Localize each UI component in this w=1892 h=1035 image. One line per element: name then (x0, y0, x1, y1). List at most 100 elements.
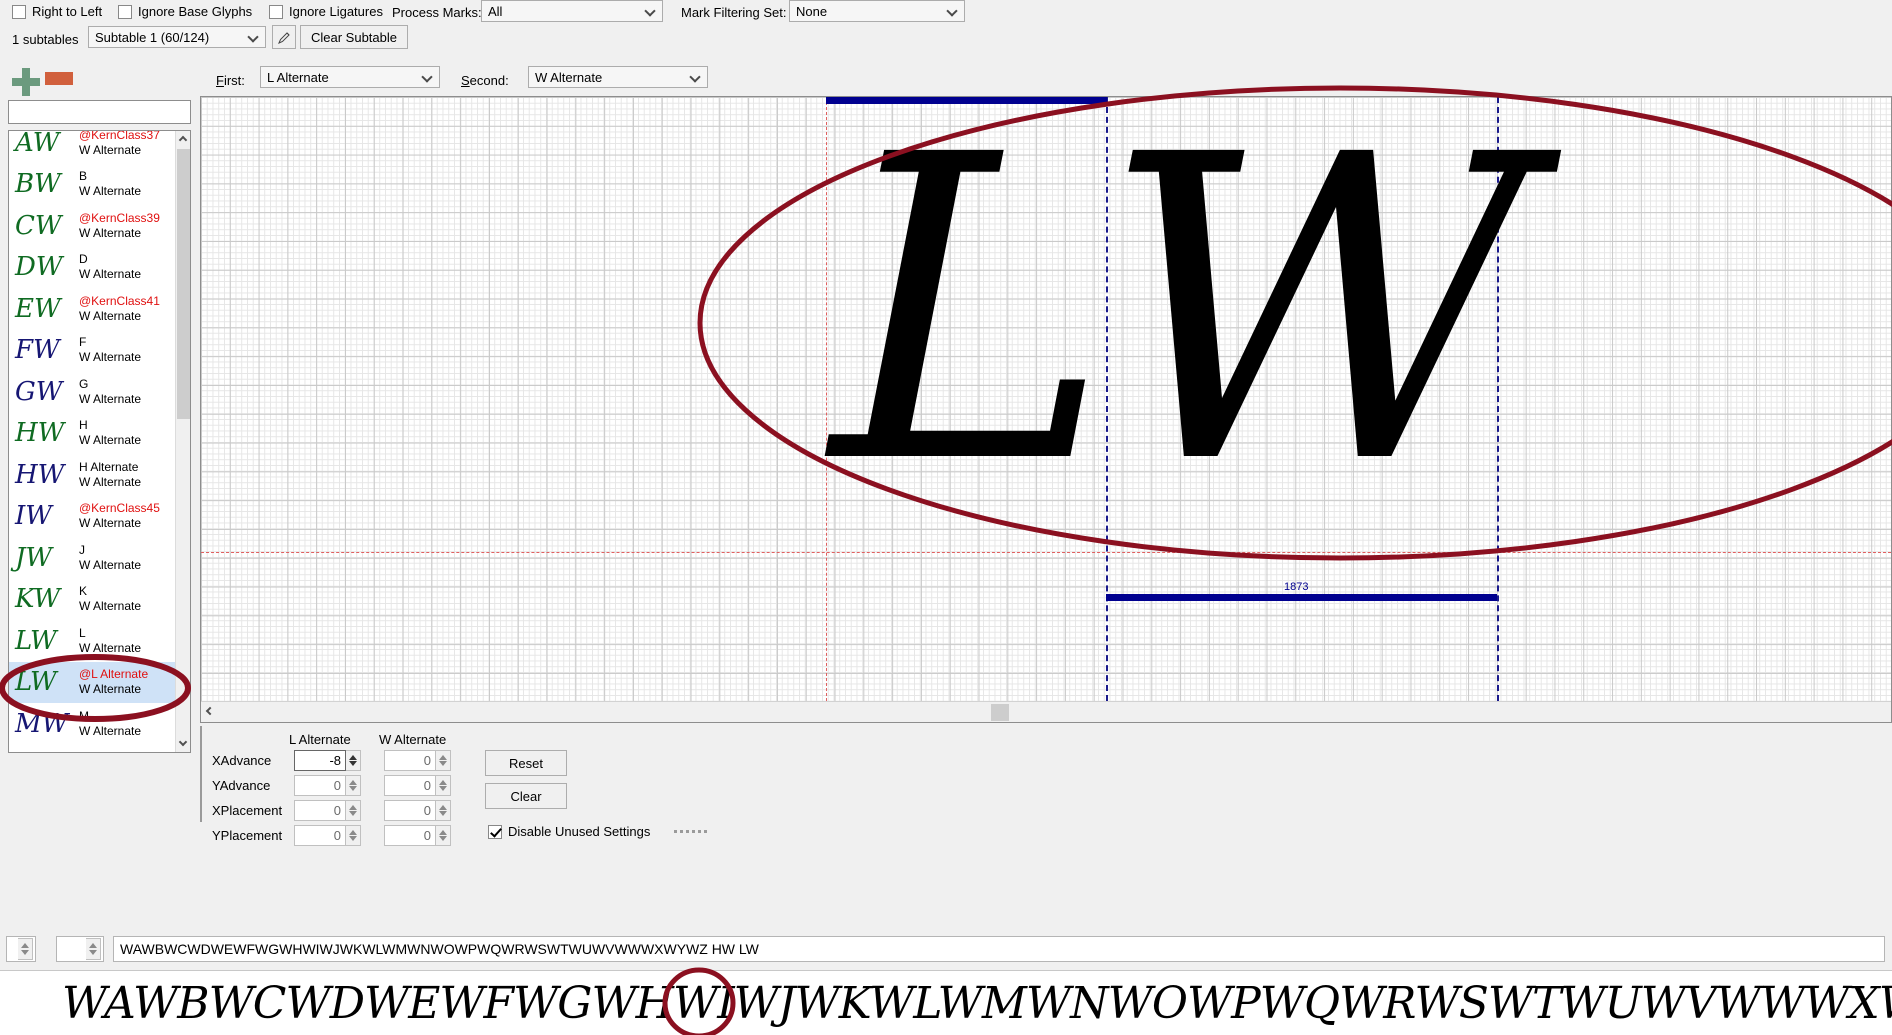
stepper-down-icon[interactable] (439, 786, 447, 791)
kern-yplacement-v2-stepper[interactable] (436, 825, 451, 846)
kern-pair-row[interactable]: EW @KernClass41 W Alternate (9, 288, 175, 330)
kern-pair-row[interactable]: MW M W Alternate (9, 703, 175, 745)
scroll-down-button[interactable] (176, 736, 190, 752)
kerning-preview-canvas[interactable]: 1873 L W (200, 96, 1892, 723)
first-glyph-dropdown[interactable]: L Alternate (260, 66, 440, 88)
stepper-up-icon[interactable] (349, 780, 357, 785)
stepper-down-icon[interactable] (349, 761, 357, 766)
kern-yplacement-v1-stepper[interactable] (346, 825, 361, 846)
subtable-value: Subtable 1 (60/124) (95, 29, 210, 45)
process-marks-dropdown[interactable]: All (481, 0, 663, 22)
kern-row-label-xplacement: XPlacement (212, 803, 283, 818)
remove-kern-pair-button[interactable] (45, 72, 73, 85)
stepper-up-icon[interactable] (349, 805, 357, 810)
pair-search-input[interactable] (8, 100, 191, 124)
scroll-up-button[interactable] (176, 131, 190, 147)
canvas-horizontal-scrollbar[interactable] (201, 701, 1891, 722)
kern-yadvance-v2-input[interactable]: 0 (384, 775, 436, 796)
sample-text-input[interactable]: WAWBWCWDWEWFWGWHWIWJWKWLWMWNWOWPWQWRWSWT… (113, 936, 1885, 962)
kern-xadvance-v1-input[interactable]: -8 (294, 750, 346, 771)
stepper-down-icon[interactable] (439, 761, 447, 766)
kern-pair-row[interactable]: HW H W Alternate (9, 413, 175, 455)
kern-yadvance-v1-input[interactable]: 0 (294, 775, 346, 796)
kern-xadvance-v2-input[interactable]: 0 (384, 750, 436, 771)
point-size-stepper[interactable] (86, 938, 101, 960)
kern-pair-row[interactable]: GW G W Alternate (9, 371, 175, 413)
pair-list-scrollbar[interactable] (175, 131, 190, 752)
scroll-left-button[interactable] (201, 702, 217, 722)
stepper-down-icon[interactable] (349, 786, 357, 791)
pair-search-field[interactable] (9, 101, 190, 123)
second-glyph-dropdown[interactable]: W Alternate (528, 66, 708, 88)
mark-filtering-set-dropdown[interactable]: None (789, 0, 965, 22)
kern-xadvance-v2-stepper[interactable] (436, 750, 451, 771)
clear-subtable-label: Clear Subtable (311, 29, 397, 45)
kern-pair-row[interactable]: KW K W Alternate (9, 579, 175, 621)
edit-subtable-button[interactable] (272, 25, 296, 49)
kern-pair-second-label: W Alternate (79, 184, 142, 199)
stepper-up-icon[interactable] (349, 755, 357, 760)
kern-yplacement-v1-input[interactable]: 0 (294, 825, 346, 846)
kern-xplacement-v1-input[interactable]: 0 (294, 800, 346, 821)
stepper-up-icon[interactable] (349, 830, 357, 835)
stepper-down-icon[interactable] (349, 811, 357, 816)
kern-pair-row[interactable]: AW @KernClass37 W Alternate (9, 131, 175, 164)
reset-button[interactable]: Reset (485, 750, 567, 776)
right-to-left-checkbox[interactable]: Right to Left (12, 4, 102, 19)
kern-pair-row[interactable]: BW B W Alternate (9, 164, 175, 206)
kern-pair-list[interactable]: AW @KernClass37 W Alternate BW B W Alternate C… (8, 130, 191, 753)
kern-pair-row[interactable]: IW @KernClass45 W Alternate (9, 496, 175, 538)
stepper-down-icon[interactable] (349, 836, 357, 841)
add-kern-pair-button[interactable] (12, 68, 40, 96)
panel-splitter-grip[interactable] (660, 826, 720, 836)
kern-pair-first-label: H Alternate (79, 459, 139, 474)
checkbox-box[interactable] (12, 4, 26, 19)
scrollbar-thumb[interactable] (177, 149, 190, 419)
kern-yadvance-v2-stepper[interactable] (436, 775, 451, 796)
stepper-down-icon[interactable] (89, 950, 97, 955)
clear-label: Clear (510, 788, 542, 804)
kern-yadvance-v1-stepper[interactable] (346, 775, 361, 796)
kern-pair-row[interactable]: LW @L Alternate W Alternate (9, 661, 175, 703)
kern-xplacement-v2-input[interactable]: 0 (384, 800, 436, 821)
stepper-up-icon[interactable] (21, 943, 29, 948)
kern-pair-list-items[interactable]: AW @KernClass37 W Alternate BW B W Alternate C… (9, 131, 175, 752)
kern-xplacement-v2-stepper[interactable] (436, 800, 451, 821)
column-header-second: W Alternate (379, 732, 447, 747)
stepper-up-icon[interactable] (439, 755, 447, 760)
checkbox-box[interactable] (118, 4, 132, 19)
stepper-up-icon[interactable] (89, 943, 97, 948)
plus-icon (12, 78, 40, 86)
ignore-base-glyphs-checkbox[interactable]: Ignore Base Glyphs (118, 4, 252, 19)
kern-yplacement-v2-input[interactable]: 0 (384, 825, 436, 846)
ignore-ligatures-checkbox[interactable]: Ignore Ligatures (269, 4, 383, 19)
kern-pair-first-label: @KernClass45 (79, 501, 160, 516)
kern-pair-second-label: W Alternate (79, 599, 142, 614)
stepper-up-icon[interactable] (439, 780, 447, 785)
hscrollbar-thumb[interactable] (991, 704, 1009, 721)
kern-pair-row[interactable]: LW L W Alternate (9, 620, 175, 662)
kern-xplacement-v1-stepper[interactable] (346, 800, 361, 821)
kern-xadvance-v1-stepper[interactable] (346, 750, 361, 771)
kern-pair-row[interactable]: JW J W Alternate (9, 537, 175, 579)
disable-unused-settings-checkbox[interactable]: Disable Unused Settings (488, 824, 650, 839)
checkbox-box[interactable] (269, 4, 283, 19)
kern-pair-first-label: K (79, 584, 88, 599)
checkbox-box[interactable] (488, 824, 502, 839)
clear-subtable-button[interactable]: Clear Subtable (300, 25, 408, 49)
stepper-up-icon[interactable] (439, 830, 447, 835)
subtable-dropdown[interactable]: Subtable 1 (60/124) (88, 26, 266, 48)
stepper-down-icon[interactable] (439, 811, 447, 816)
kern-pair-row[interactable]: FW F W Alternate (9, 330, 175, 372)
kern-pair-second-label: W Alternate (79, 267, 142, 282)
clear-button[interactable]: Clear (485, 783, 567, 809)
page-number-stepper[interactable] (18, 938, 33, 960)
stepper-down-icon[interactable] (21, 950, 29, 955)
stepper-up-icon[interactable] (439, 805, 447, 810)
toolbar-row-subtable: 1 subtables Subtable 1 (60/124) Clear Su… (0, 25, 1892, 52)
kern-pair-row[interactable]: HW H Alternate W Alternate (9, 454, 175, 496)
kern-pair-row[interactable]: DW D W Alternate (9, 247, 175, 289)
stepper-down-icon[interactable] (439, 836, 447, 841)
kern-pair-row[interactable]: CW @KernClass39 W Alternate (9, 205, 175, 247)
chevron-up-icon (178, 135, 188, 145)
